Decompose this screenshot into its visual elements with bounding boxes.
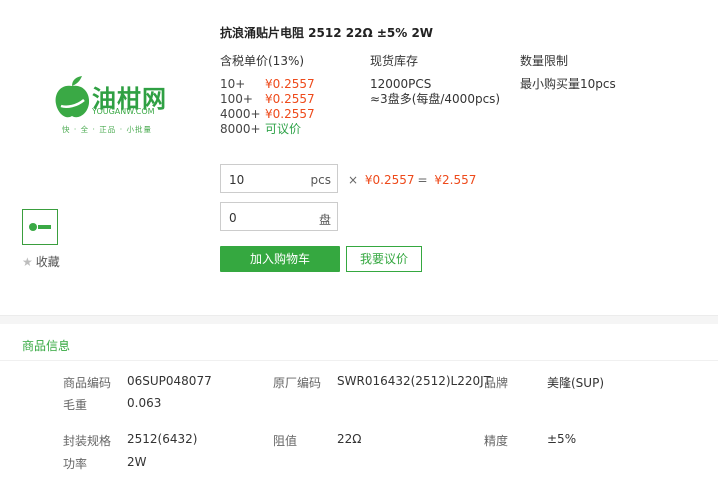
tier-qty: 4000+ xyxy=(220,107,261,121)
equals-sign: = xyxy=(417,173,428,187)
limit-column-header: 数量限制 xyxy=(520,54,569,68)
info-value: 2W xyxy=(127,455,147,469)
info-value: SWR016432(2512)L220JT xyxy=(337,374,491,388)
quantity-input[interactable]: 10 pcs xyxy=(220,164,338,193)
price-column-header: 含税单价(13%) xyxy=(220,54,305,68)
product-info-title: 商品信息 xyxy=(22,339,71,353)
info-value: ±5% xyxy=(547,432,577,446)
info-value: 美隆(SUP) xyxy=(547,376,605,390)
info-label: 阻值 xyxy=(273,434,298,448)
total-price: ¥2.557 xyxy=(434,173,477,187)
favorite-label: 收藏 xyxy=(35,255,60,269)
info-label: 品牌 xyxy=(484,376,509,390)
brand-logo: 油柑网 YOUGANW.COM 快 · 全 · 正品 · 小批量 xyxy=(52,76,170,138)
info-label: 商品编码 xyxy=(63,376,112,390)
info-value: 06SUP048077 xyxy=(127,374,212,388)
star-icon: ★ xyxy=(22,255,33,269)
tier-qty: 10+ xyxy=(220,77,246,91)
quantity-value: 10 xyxy=(229,173,245,187)
price-tier: 8000+ 可议价 xyxy=(220,122,301,137)
stock-count: 12000PCS xyxy=(370,77,432,91)
quantity-unit: pcs xyxy=(310,173,331,187)
multiply-sign: × xyxy=(348,173,359,187)
brand-slogan: 快 · 全 · 正品 · 小批量 xyxy=(62,125,152,134)
info-value: 2512(6432) xyxy=(127,432,198,446)
add-to-cart-button[interactable]: 加入购物车 xyxy=(220,246,340,272)
unit-price: ¥0.2557 xyxy=(364,173,415,187)
tier-qty: 100+ xyxy=(220,92,253,106)
product-thumbnail[interactable] xyxy=(22,209,58,245)
tier-price: ¥0.2557 xyxy=(265,107,315,121)
reel-quantity-input[interactable]: 0 盘 xyxy=(220,202,338,231)
info-label: 毛重 xyxy=(63,398,88,412)
price-tier: 10+ ¥0.2557 xyxy=(220,77,315,92)
request-quote-button[interactable]: 我要议价 xyxy=(346,246,422,272)
price-tier: 100+ ¥0.2557 xyxy=(220,92,315,107)
thumbnail-logo-icon xyxy=(29,223,51,231)
favorite-button[interactable]: ★ 收藏 xyxy=(22,253,60,270)
stock-reels: ≈3盘多(每盘/4000pcs) xyxy=(370,92,501,106)
section-underline xyxy=(0,360,718,361)
section-divider xyxy=(0,315,718,324)
leaf-apple-icon xyxy=(55,76,90,118)
info-value: 0.063 xyxy=(127,396,162,410)
brand-domain: YOUGANW.COM xyxy=(92,107,155,116)
reel-value: 0 xyxy=(229,211,237,225)
price-calculation: × ¥0.2557 = ¥2.557 xyxy=(348,173,479,187)
info-value: 22Ω xyxy=(337,432,362,446)
info-label: 功率 xyxy=(63,457,88,471)
product-title: 抗浪涌贴片电阻 2512 22Ω ±5% 2W xyxy=(220,26,434,40)
info-label: 原厂编码 xyxy=(273,376,322,390)
stock-column-header: 现货库存 xyxy=(370,54,419,68)
reel-unit: 盘 xyxy=(318,213,331,227)
tier-negotiable: 可议价 xyxy=(265,122,302,136)
tier-price: ¥0.2557 xyxy=(265,92,315,106)
tier-price: ¥0.2557 xyxy=(265,77,315,91)
min-order-limit: 最小购买量10pcs xyxy=(520,77,616,91)
price-tier: 4000+ ¥0.2557 xyxy=(220,107,315,122)
tier-qty: 8000+ xyxy=(220,122,261,136)
info-label: 精度 xyxy=(484,434,509,448)
info-label: 封装规格 xyxy=(63,434,112,448)
